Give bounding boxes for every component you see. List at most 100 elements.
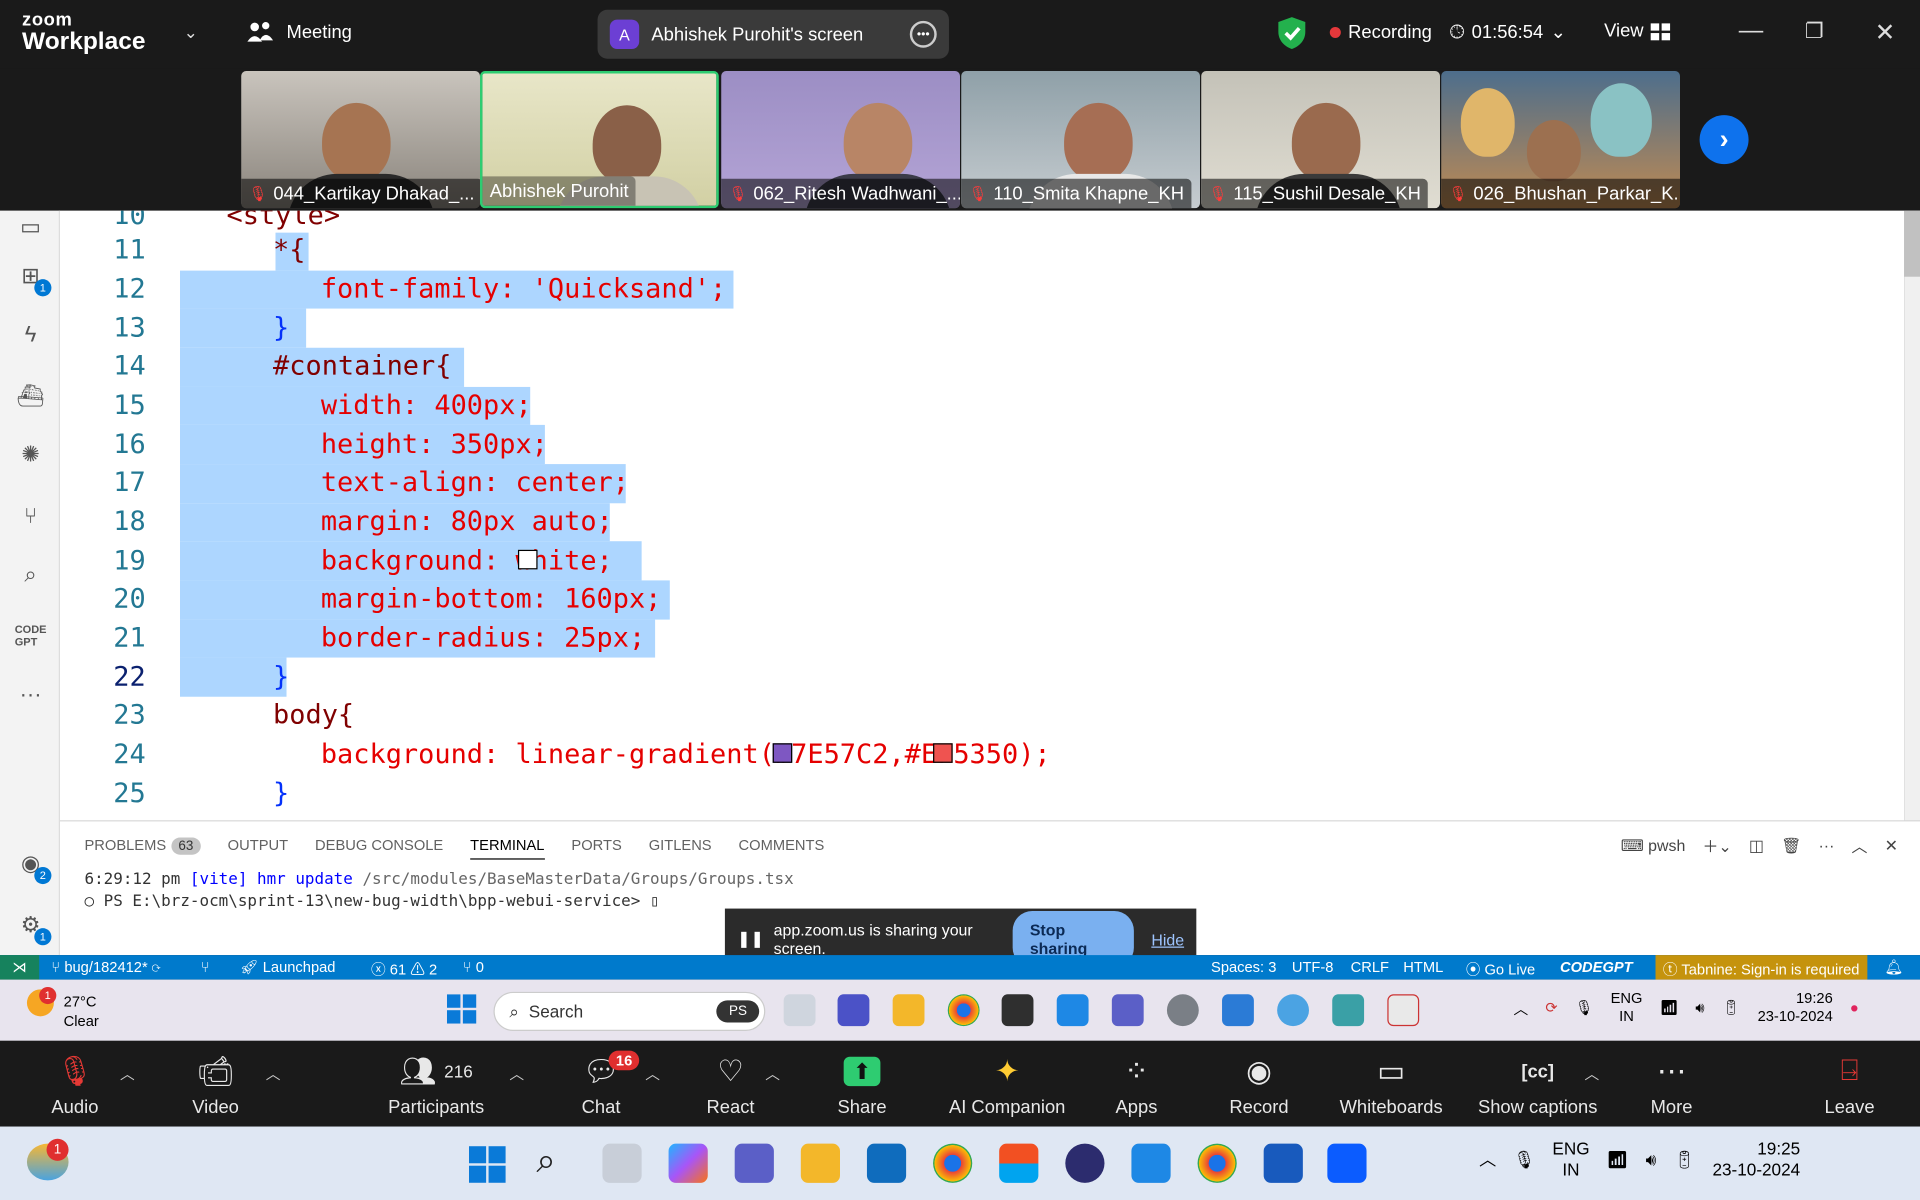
terminal-shell-selector[interactable]: ⌨︎ pwsh xyxy=(1621,836,1686,856)
outlook-icon[interactable] xyxy=(866,1143,907,1183)
close-icon[interactable]: ✕ xyxy=(1875,17,1896,48)
volume-icon[interactable]: 🔊︎ xyxy=(1695,999,1704,1017)
volume-icon[interactable]: 🔊︎ xyxy=(1646,1149,1657,1170)
git-graph-icon[interactable]: ⑂ xyxy=(15,500,47,532)
windows-start-icon[interactable] xyxy=(446,994,477,1024)
tab-terminal[interactable]: TERMINAL xyxy=(470,836,545,860)
chat-options-caret-icon[interactable]: ︿ xyxy=(645,1063,660,1084)
participant-tile[interactable]: 🎙︎ 044_Kartikay Dhakad_... xyxy=(241,71,481,209)
ports-status[interactable]: ⑂ 0 xyxy=(463,959,484,976)
snipping-tool-icon[interactable] xyxy=(1332,994,1365,1027)
indentation-status[interactable]: Spaces: 3 xyxy=(1211,959,1276,976)
show-captions-button[interactable]: [cc] Show captions xyxy=(1478,1053,1597,1118)
wifi-icon[interactable]: 📶︎ xyxy=(1607,1149,1629,1170)
close-panel-icon[interactable]: ✕ xyxy=(1885,836,1898,856)
tab-output[interactable]: OUTPUT xyxy=(228,836,288,859)
meeting-timer[interactable]: 🕓︎ 01:56:54 ⌄ xyxy=(1450,21,1566,42)
zoom-icon[interactable] xyxy=(1327,1143,1367,1183)
tab-gitlens[interactable]: GITLENS xyxy=(649,836,712,859)
participants-button[interactable]: 👥︎ 216 Participants xyxy=(388,1053,484,1118)
file-explorer-icon[interactable] xyxy=(892,994,925,1027)
chrome-icon[interactable] xyxy=(947,994,980,1027)
participant-tile[interactable]: 🎙︎ 026_Bhushan_Parkar_K... xyxy=(1441,71,1681,209)
go-live-status[interactable]: ⦿ Go Live xyxy=(1466,959,1535,980)
terminal-icon[interactable] xyxy=(1001,994,1034,1027)
extensions-icon[interactable]: ⊞ 1 xyxy=(15,260,52,297)
file-explorer-icon[interactable] xyxy=(800,1143,841,1183)
view-button[interactable]: View xyxy=(1604,21,1671,42)
mic-icon[interactable]: 🎙︎ xyxy=(1513,1149,1535,1170)
encryption-shield-icon[interactable] xyxy=(1276,16,1308,50)
more-options-icon[interactable]: ••• xyxy=(909,20,937,48)
clock[interactable]: 19:25 23-10-2024 xyxy=(1712,1139,1800,1181)
lightning-icon[interactable]: ϟ xyxy=(15,318,47,350)
react-options-caret-icon[interactable]: ︿ xyxy=(765,1063,780,1084)
taskbar-search[interactable]: ⌕ Search PS xyxy=(493,991,766,1032)
screen-share-pill[interactable]: A Abhishek Purohit's screen ••• xyxy=(597,9,949,59)
participant-tile[interactable]: 🎙︎ 115_Sushil Desale_KH xyxy=(1201,71,1441,209)
recording-indicator[interactable]: Recording xyxy=(1329,22,1432,43)
battery-icon[interactable]: 🔋︎ xyxy=(1674,1149,1696,1170)
task-view-icon[interactable] xyxy=(602,1143,642,1183)
record-button[interactable]: ◉ Record xyxy=(1229,1053,1288,1118)
tab-debug-console[interactable]: DEBUG CONSOLE xyxy=(315,836,443,859)
tabnine-status[interactable]: ⓣ Tabnine: Sign-in is required xyxy=(1655,955,1867,980)
tab-problems[interactable]: PROBLEMS 63 xyxy=(84,836,201,859)
video-options-caret-icon[interactable]: ︿ xyxy=(266,1063,281,1084)
participant-tile-active[interactable]: Abhishek Purohit xyxy=(480,71,719,209)
task-view-icon[interactable] xyxy=(783,994,816,1027)
participant-tile[interactable]: 🎙︎ 062_Ritesh Wadhwani_... xyxy=(721,71,961,209)
chevron-up-icon[interactable]: ︿ xyxy=(1513,997,1528,1018)
teams-icon[interactable] xyxy=(734,1143,774,1183)
eclipse-icon[interactable] xyxy=(1065,1143,1105,1183)
more-button[interactable]: ⋯ More xyxy=(1651,1053,1693,1118)
code-editor[interactable]: 10 <style> 11 12 13 14 15 16 17 18 19 20… xyxy=(60,210,1905,821)
language-status[interactable]: HTML xyxy=(1403,959,1443,976)
edge-icon[interactable] xyxy=(1277,994,1309,1027)
notifications-bell-icon[interactable]: 🔔︎ xyxy=(1884,959,1903,976)
git-graph-status-icon[interactable]: ⑂ xyxy=(201,959,210,976)
eol-status[interactable]: CRLF xyxy=(1351,959,1389,976)
apps-button[interactable]: ⁘ Apps xyxy=(1116,1053,1158,1118)
tab-comments[interactable]: COMMENTS xyxy=(739,836,825,859)
pause-icon[interactable]: ❚❚ xyxy=(737,929,764,949)
paint-icon[interactable] xyxy=(1387,994,1420,1027)
ai-companion-button[interactable]: ✦ AI Companion xyxy=(949,1053,1065,1118)
trash-icon[interactable]: 🗑︎ xyxy=(1781,836,1801,856)
battery-icon[interactable]: 🔋︎ xyxy=(1722,999,1741,1016)
windows-start-icon[interactable] xyxy=(468,1146,506,1183)
store-icon[interactable] xyxy=(999,1143,1039,1183)
color-swatch-red[interactable] xyxy=(933,743,953,763)
chevron-down-icon[interactable]: ⌄ xyxy=(184,22,198,43)
codegpt-status[interactable]: CODEGPT xyxy=(1560,959,1633,976)
chrome-icon[interactable] xyxy=(933,1143,973,1183)
search-icon[interactable]: ⌕ xyxy=(536,1141,555,1181)
scrollbar-thumb[interactable] xyxy=(1904,210,1920,277)
audio-options-caret-icon[interactable]: ︿ xyxy=(120,1063,135,1084)
copilot-icon[interactable] xyxy=(668,1143,708,1183)
language-indicator[interactable]: ENG IN xyxy=(1611,989,1643,1026)
share-button[interactable]: ⬆ Share xyxy=(838,1053,887,1118)
git-branch[interactable]: ⑂ bug/182412* ⟳ xyxy=(51,959,160,976)
restore-icon[interactable]: ❐ xyxy=(1805,20,1824,44)
more-icon[interactable]: ··· xyxy=(15,678,47,710)
tab-ports[interactable]: PORTS xyxy=(571,836,621,859)
minimize-icon[interactable]: — xyxy=(1739,17,1763,45)
audio-button[interactable]: 🎙︎ Audio xyxy=(51,1053,98,1118)
clock[interactable]: 19:26 23-10-2024 xyxy=(1758,989,1833,1026)
vscode-icon[interactable] xyxy=(1131,1143,1171,1183)
accounts-icon[interactable]: ◉ 2 xyxy=(15,847,52,885)
split-terminal-icon[interactable]: ◫ xyxy=(1749,836,1764,856)
more-actions-icon[interactable]: ··· xyxy=(1818,836,1834,854)
new-terminal-icon[interactable]: ＋⌄ xyxy=(1702,834,1731,857)
terminal-prompt-line[interactable]: ○ PS E:\brz-ocm\sprint-13\new-bug-width\… xyxy=(84,893,659,911)
problems-status[interactable]: ⓧ 61 ⚠ 2 xyxy=(371,959,437,980)
wifi-icon[interactable]: 📶︎ xyxy=(1660,999,1679,1016)
encoding-status[interactable]: UTF-8 xyxy=(1292,959,1334,976)
mic-icon[interactable]: 🎙︎ xyxy=(1575,999,1594,1016)
git-search-icon[interactable]: ⌕ xyxy=(15,558,47,590)
chatgpt-icon[interactable]: ✺ xyxy=(15,438,47,470)
whiteboards-button[interactable]: ▭ Whiteboards xyxy=(1340,1053,1443,1118)
color-swatch-purple[interactable] xyxy=(772,743,793,763)
video-button[interactable]: 📹︎ Video xyxy=(192,1053,239,1118)
